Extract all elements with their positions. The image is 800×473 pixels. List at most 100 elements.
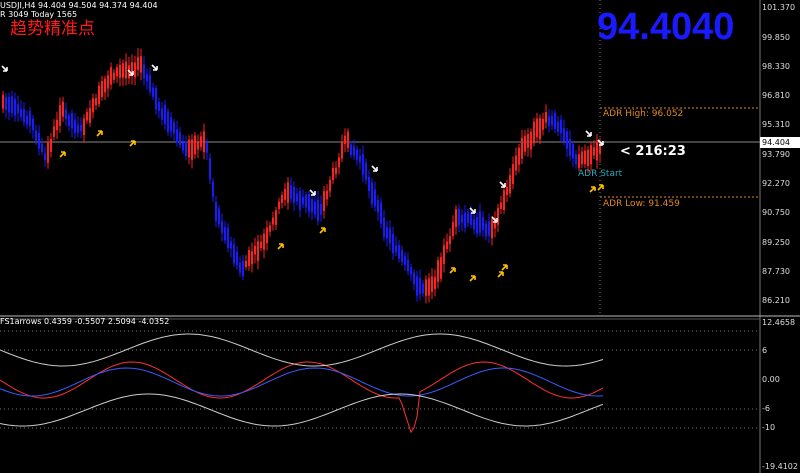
- candle-body: [137, 56, 139, 70]
- candle-body: [518, 147, 520, 165]
- candle-body: [359, 155, 361, 163]
- yellow-up-arrow-icon: [319, 227, 326, 234]
- yellow-up-arrow-icon: [497, 271, 504, 278]
- candle-body: [530, 131, 532, 150]
- price-axis-label: 98.330: [762, 62, 790, 71]
- candle-body: [422, 283, 424, 294]
- white-down-arrow-icon: [585, 130, 592, 137]
- candle-body: [533, 121, 535, 144]
- adr-low-label: ADR Low: 91.459: [603, 199, 680, 209]
- candle-body: [86, 111, 88, 121]
- candle-body: [92, 98, 94, 113]
- candle-body: [161, 108, 163, 120]
- indicator-axis-label: 6: [762, 346, 768, 355]
- candle-body: [113, 72, 115, 80]
- candle-body: [173, 122, 175, 134]
- candle-body: [563, 128, 565, 142]
- candle-body: [590, 144, 592, 165]
- yellow-up-arrow-icon: [469, 275, 476, 282]
- chart-canvas[interactable]: [0, 0, 800, 473]
- candle-body: [8, 97, 10, 113]
- candle-body: [416, 276, 418, 296]
- candle-body: [557, 121, 559, 132]
- candle-body: [572, 144, 574, 159]
- candle-body: [257, 241, 259, 261]
- candle-body: [287, 182, 289, 203]
- candle-body: [188, 139, 190, 158]
- yellow-up-arrow-icon: [277, 243, 284, 250]
- candle-body: [314, 201, 316, 215]
- candle-body: [89, 108, 91, 123]
- candle-body: [2, 94, 4, 109]
- candle-body: [365, 162, 367, 180]
- candle-body: [191, 139, 193, 160]
- candle-body: [47, 141, 49, 163]
- candle-body: [560, 119, 562, 134]
- candle-body: [401, 250, 403, 262]
- candle-body: [41, 143, 43, 152]
- candle-body: [218, 208, 220, 225]
- candle-body: [236, 251, 238, 266]
- candle-body: [317, 199, 319, 222]
- candle-body: [290, 185, 292, 199]
- candle-body: [233, 244, 235, 264]
- candle-body: [548, 116, 550, 127]
- candle-body: [308, 194, 310, 212]
- candle-body: [149, 74, 151, 92]
- candle-body: [170, 117, 172, 132]
- candle-body: [410, 267, 412, 275]
- candle-body: [443, 245, 445, 264]
- white-down-arrow-icon: [1, 65, 8, 72]
- candle-body: [515, 155, 517, 171]
- candle-body: [77, 124, 79, 133]
- candle-body: [254, 245, 256, 255]
- candle-body: [461, 214, 463, 223]
- indicator-axis-label: -10: [762, 423, 776, 432]
- candle-body: [335, 167, 337, 174]
- candle-body: [104, 78, 106, 93]
- candle-body: [17, 104, 19, 114]
- candle-body: [332, 167, 334, 180]
- price-axis-label: 90.750: [762, 208, 790, 217]
- candle-body: [284, 188, 286, 200]
- candle-body: [98, 85, 100, 105]
- yellow-up-arrow-icon: [589, 186, 596, 193]
- candle-body: [455, 209, 457, 227]
- candle-body: [488, 221, 490, 236]
- candle-body: [275, 210, 277, 225]
- candle-body: [344, 135, 346, 144]
- candle-body: [74, 119, 76, 133]
- candle-body: [347, 131, 349, 148]
- candle-body: [377, 199, 379, 213]
- candle-body: [575, 154, 577, 164]
- candle-body: [56, 119, 58, 131]
- candle-body: [116, 67, 118, 77]
- price-axis-label: 87.730: [762, 267, 790, 276]
- candle-body: [326, 190, 328, 200]
- candle-body: [293, 187, 295, 203]
- candle-body: [458, 208, 460, 226]
- candle-body: [389, 228, 391, 244]
- yellow-up-arrow-icon: [597, 184, 604, 191]
- indicator-axis-label: -6: [762, 404, 770, 413]
- candle-series: [2, 48, 601, 304]
- candle-body: [146, 74, 148, 82]
- candle-body: [260, 241, 262, 249]
- big-price-display: 94.4040: [597, 6, 735, 48]
- candle-body: [497, 207, 499, 225]
- candle-body: [23, 109, 25, 122]
- candle-body: [536, 118, 538, 138]
- candle-body: [437, 260, 439, 282]
- candle-body: [107, 75, 109, 89]
- candle-body: [509, 175, 511, 194]
- candle-body: [581, 151, 583, 165]
- trading-chart-window[interactable]: USDJI,H4 94.404 94.504 94.374 94.404 R 3…: [0, 0, 800, 473]
- candle-body: [266, 227, 268, 244]
- candle-body: [245, 260, 247, 267]
- candle-body: [428, 278, 430, 296]
- candle-body: [464, 212, 466, 228]
- candle-body: [500, 202, 502, 209]
- candle-body: [524, 135, 526, 152]
- candle-body: [485, 223, 487, 237]
- price-axis-label: 99.850: [762, 33, 790, 42]
